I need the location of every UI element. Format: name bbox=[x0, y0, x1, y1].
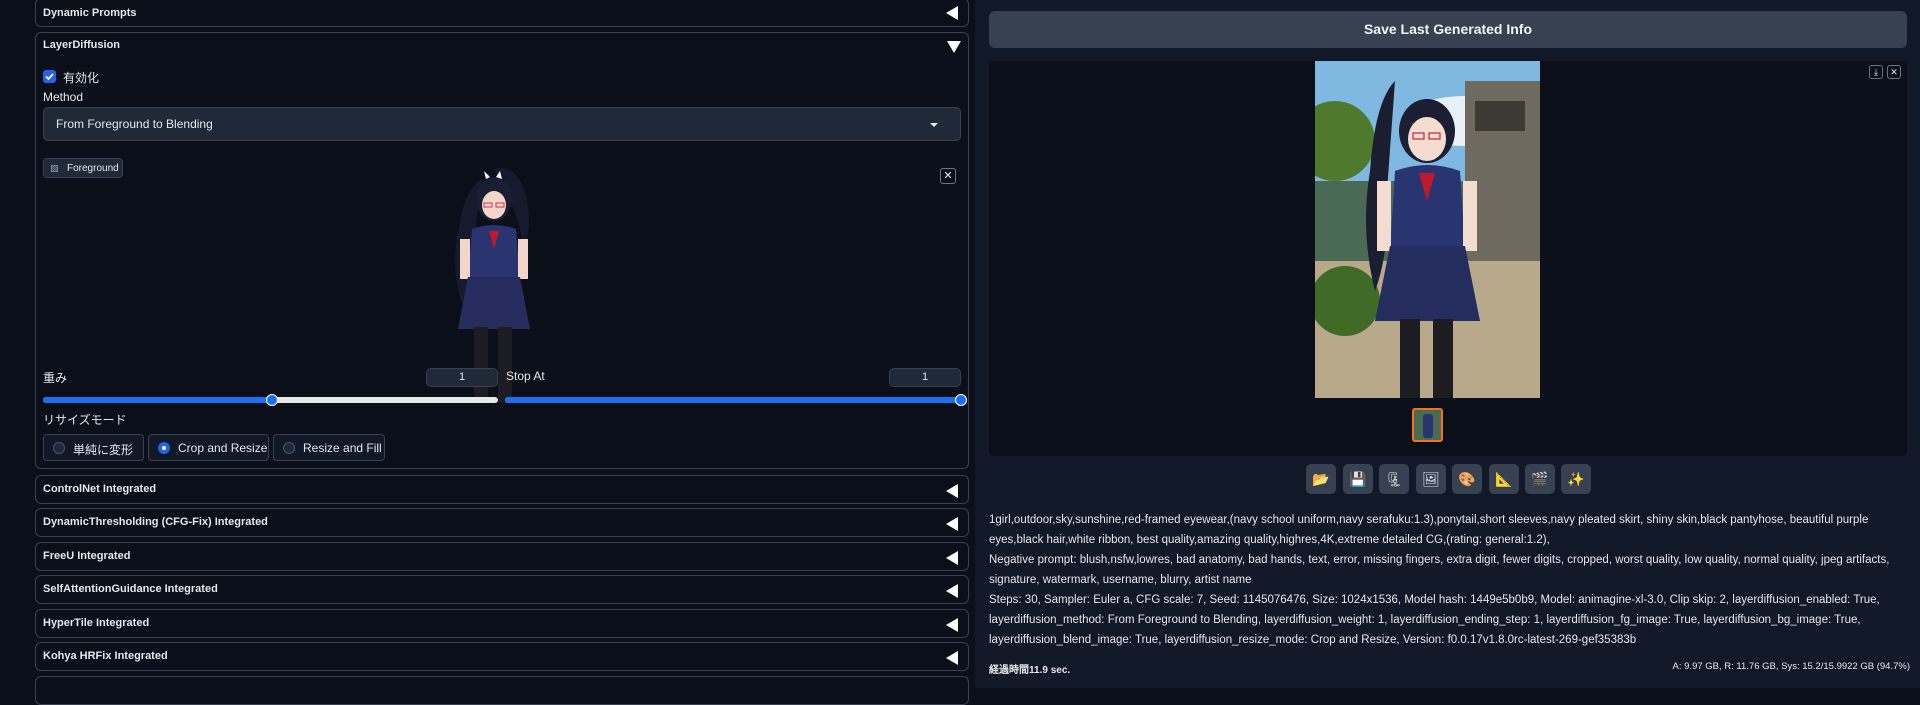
panel-title: LayerDiffusion bbox=[43, 39, 121, 51]
collapse-arrow-icon[interactable] bbox=[946, 651, 958, 665]
resize-mode-label: リサイズモード bbox=[43, 413, 127, 427]
gallery: ⤓ ✕ bbox=[989, 61, 1907, 456]
enable-checkbox[interactable] bbox=[43, 70, 56, 83]
image-icon: ▨ bbox=[50, 163, 59, 173]
radio-label: Resize and Fill bbox=[303, 441, 382, 455]
foreground-tag: ▨ Foreground bbox=[43, 158, 123, 178]
accordion-label: Kohya HRFix Integrated bbox=[43, 650, 168, 662]
stop-at-slider-fill bbox=[505, 397, 960, 403]
method-label: Method bbox=[43, 90, 84, 104]
download-icon[interactable]: ⤓ bbox=[1869, 65, 1883, 79]
accordion-dynamic-prompts[interactable]: Dynamic Prompts bbox=[35, 0, 969, 27]
thumbnail-figure bbox=[1423, 414, 1433, 438]
check-icon bbox=[45, 73, 54, 81]
enable-label: 有効化 bbox=[63, 71, 100, 85]
accordion-controlnet[interactable]: ControlNet Integrated bbox=[35, 475, 969, 504]
foreground-label: Foreground bbox=[67, 163, 119, 174]
resize-option-crop-and-resize[interactable]: Crop and Resize bbox=[148, 434, 269, 461]
accordion-kohya-hrfix[interactable]: Kohya HRFix Integrated bbox=[35, 642, 969, 671]
params-text: Steps: 30, Sampler: Euler a, CFG scale: … bbox=[989, 594, 1880, 646]
stop-at-label: Stop At bbox=[506, 369, 545, 383]
accordion-dynamic-thresholding[interactable]: DynamicThresholding (CFG-Fix) Integrated bbox=[35, 508, 969, 537]
prompt-text: 1girl,outdoor,sky,sunshine,red-framed ey… bbox=[989, 514, 1869, 546]
film-icon[interactable]: 🎬 bbox=[1525, 464, 1555, 494]
stop-at-slider-thumb[interactable] bbox=[955, 394, 967, 406]
radio-dot bbox=[283, 442, 295, 454]
weight-slider-fill bbox=[43, 397, 271, 403]
collapse-arrow-icon[interactable] bbox=[946, 618, 958, 632]
elapsed-time: 経過時間11.9 sec. bbox=[989, 661, 1070, 676]
layerdiffusion-panel: LayerDiffusion 有効化 Method From Foregroun… bbox=[35, 32, 969, 469]
collapse-arrow-icon[interactable] bbox=[946, 551, 958, 565]
accordion-label: Dynamic Prompts bbox=[43, 7, 137, 19]
save-generated-info-button[interactable]: Save Last Generated Info bbox=[989, 11, 1907, 48]
generation-info: 1girl,outdoor,sky,sunshine,red-framed ey… bbox=[989, 510, 1909, 650]
accordion-partial[interactable] bbox=[35, 676, 969, 705]
collapse-arrow-icon[interactable] bbox=[946, 6, 958, 20]
elapsed-time-label: 経過時間 bbox=[989, 665, 1029, 676]
chevron-down-icon bbox=[930, 123, 938, 127]
generated-image[interactable] bbox=[1315, 61, 1540, 398]
radio-dot-selected bbox=[158, 442, 170, 454]
method-dropdown[interactable]: From Foreground to Blending bbox=[43, 107, 961, 141]
foreground-image bbox=[455, 168, 530, 403]
collapse-arrow-icon[interactable] bbox=[946, 584, 958, 598]
save-icon[interactable]: 💾 bbox=[1343, 464, 1373, 494]
folder-icon[interactable]: 📂 bbox=[1306, 464, 1336, 494]
stop-at-slider[interactable] bbox=[505, 394, 967, 406]
expand-arrow-icon[interactable] bbox=[947, 41, 961, 53]
elapsed-time-value: 11.9 sec. bbox=[1029, 665, 1071, 676]
image-icon[interactable]: 🖼 bbox=[1416, 464, 1446, 494]
accordion-label: SelfAttentionGuidance Integrated bbox=[43, 583, 218, 595]
weight-slider[interactable] bbox=[43, 394, 498, 406]
resize-option-just-resize[interactable]: 単純に変形 bbox=[43, 434, 144, 461]
radio-label: Crop and Resize bbox=[178, 441, 268, 455]
ruler-icon[interactable]: 📐 bbox=[1489, 464, 1519, 494]
weight-slider-thumb[interactable] bbox=[265, 394, 278, 406]
palette-icon[interactable]: 🎨 bbox=[1452, 464, 1482, 494]
accordion-hypertile[interactable]: HyperTile Integrated bbox=[35, 609, 969, 638]
resize-option-resize-and-fill[interactable]: Resize and Fill bbox=[273, 434, 385, 461]
weight-label: 重み bbox=[43, 371, 68, 385]
zip-icon[interactable]: 🗜 bbox=[1379, 464, 1409, 494]
accordion-label: DynamicThresholding (CFG-Fix) Integrated bbox=[43, 516, 268, 528]
accordion-label: ControlNet Integrated bbox=[43, 483, 157, 495]
accordion-self-attention-guidance[interactable]: SelfAttentionGuidance Integrated bbox=[35, 575, 969, 604]
close-icon[interactable]: ✕ bbox=[1887, 65, 1901, 79]
radio-label: 単純に変形 bbox=[73, 443, 134, 457]
collapse-arrow-icon[interactable] bbox=[946, 517, 958, 531]
negative-prompt-text: Negative prompt: blush,nsfw,lowres, bad … bbox=[989, 554, 1890, 586]
vram-usage: A: 9.97 GB, R: 11.76 GB, Sys: 15.2/15.99… bbox=[1672, 661, 1910, 672]
stop-at-number-input[interactable]: 1 bbox=[889, 368, 961, 387]
gallery-thumbnail[interactable] bbox=[1412, 408, 1443, 442]
collapse-arrow-icon[interactable] bbox=[946, 484, 958, 498]
weight-number-input[interactable]: 1 bbox=[426, 368, 498, 387]
radio-dot bbox=[53, 442, 65, 454]
clear-image-icon[interactable]: ✕ bbox=[940, 168, 956, 184]
method-value: From Foreground to Blending bbox=[56, 117, 213, 131]
left-column: Dynamic Prompts LayerDiffusion 有効化 Metho… bbox=[0, 0, 980, 705]
accordion-freeu[interactable]: FreeU Integrated bbox=[35, 542, 969, 571]
sparkle-icon[interactable]: ✨ bbox=[1561, 464, 1591, 494]
accordion-label: FreeU Integrated bbox=[43, 550, 131, 562]
accordion-label: HyperTile Integrated bbox=[43, 617, 150, 629]
